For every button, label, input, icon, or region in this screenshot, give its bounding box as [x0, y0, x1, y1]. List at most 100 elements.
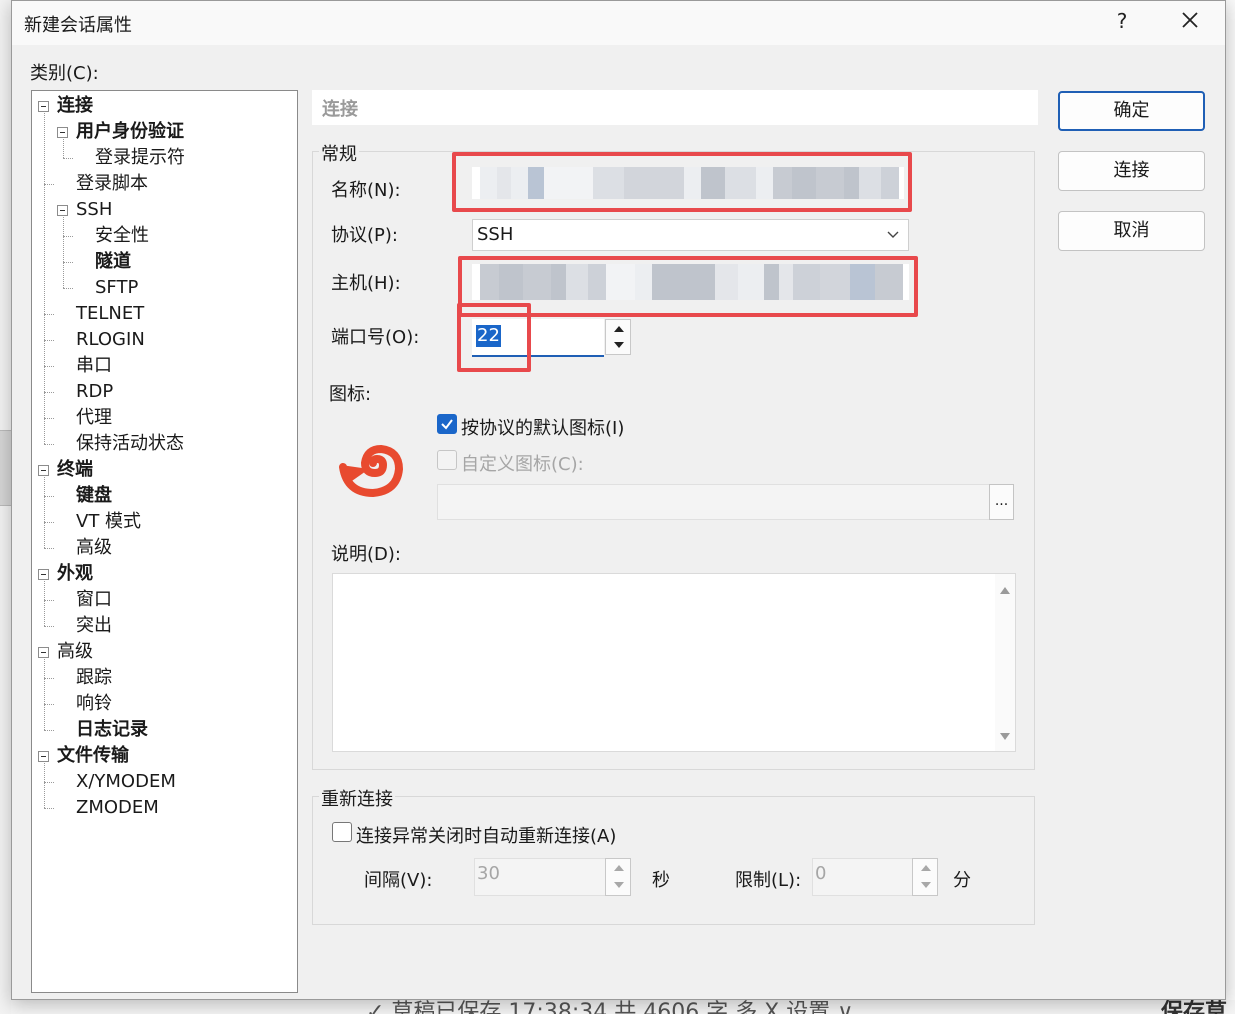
tree-item[interactable]: RLOGIN [76, 328, 145, 352]
tree-connector [63, 236, 73, 237]
tree-item[interactable]: 隧道 [95, 250, 131, 274]
tree-item[interactable]: 响铃 [76, 692, 112, 716]
triangle-up-icon [921, 865, 931, 871]
tree-collapse-icon[interactable] [38, 465, 49, 476]
tree-collapse-icon[interactable] [38, 647, 49, 658]
triangle-down-icon [614, 882, 624, 888]
tree-item[interactable]: 突出 [76, 614, 112, 638]
tree-item[interactable]: 代理 [76, 406, 112, 430]
tree-item[interactable]: 串口 [76, 354, 112, 378]
host-label: 主机(H): [331, 273, 401, 294]
tree-connector [44, 548, 54, 549]
tree-item[interactable]: 键盘 [76, 484, 112, 508]
tree-connector [63, 139, 64, 158]
background-app-left-band [0, 430, 11, 506]
category-tree[interactable]: 连接 用户身份验证 登录提示符 登录脚本 SSH 安全性 隧道 SFTP TELNET RLOGI… [31, 90, 298, 993]
tree-item[interactable]: RDP [76, 380, 113, 404]
tree-connector [44, 522, 54, 523]
tree-collapse-icon[interactable] [57, 127, 68, 138]
help-button[interactable]: ? [1112, 9, 1132, 33]
tree-connector [44, 659, 45, 730]
tree-connector [44, 184, 54, 185]
interval-unit: 秒 [652, 870, 670, 891]
tree-item[interactable]: SFTP [95, 276, 138, 300]
tree-item[interactable]: 连接 [57, 94, 93, 118]
limit-label: 限制(L): [735, 870, 802, 891]
interval-decrement-button[interactable] [606, 877, 630, 895]
background-app-left-edge [0, 0, 11, 1014]
default-icon-label: 按协议的默认图标(I) [461, 418, 625, 439]
default-icon-checkbox[interactable] [437, 414, 457, 434]
interval-spinner[interactable] [605, 858, 631, 896]
triangle-up-icon [614, 326, 624, 332]
protocol-select[interactable]: SSH [472, 219, 909, 251]
tree-item[interactable]: 高级 [57, 640, 93, 664]
tree-item[interactable]: 用户身份验证 [76, 120, 184, 144]
tree-connector [44, 314, 54, 315]
limit-input[interactable]: 0 [812, 858, 913, 896]
tree-item[interactable]: X/YMODEM [76, 770, 176, 794]
port-decrement-button[interactable] [606, 337, 630, 354]
limit-increment-button[interactable] [913, 859, 937, 877]
tree-connector [44, 704, 54, 705]
tree-item[interactable]: 终端 [57, 458, 93, 482]
tree-item[interactable]: 日志记录 [76, 718, 148, 742]
tree-connector [63, 262, 73, 263]
tree-connector [44, 808, 54, 809]
tree-item[interactable]: 窗口 [76, 588, 112, 612]
port-increment-button[interactable] [606, 320, 630, 337]
custom-icon-label: 自定义图标(C): [461, 454, 584, 475]
scroll-down-icon [1000, 733, 1010, 740]
tree-collapse-icon[interactable] [38, 569, 49, 580]
tree-connector [44, 782, 54, 783]
tree-connector [44, 444, 54, 445]
close-button[interactable] [1177, 7, 1203, 33]
tree-collapse-icon[interactable] [38, 101, 49, 112]
interval-input[interactable]: 30 [474, 858, 606, 896]
tree-item[interactable]: 文件传输 [57, 744, 129, 768]
auto-reconnect-checkbox[interactable] [332, 822, 352, 842]
browse-icon-button[interactable]: ... [989, 484, 1014, 520]
tree-connector [44, 600, 54, 601]
tree-item[interactable]: 安全性 [95, 224, 149, 248]
tree-collapse-icon[interactable] [57, 205, 68, 216]
highlight-box-port [457, 303, 531, 372]
description-scrollbar[interactable] [995, 574, 1015, 751]
tree-item[interactable]: ZMODEM [76, 796, 159, 820]
reconnect-group-title: 重新连接 [319, 785, 395, 811]
icon-label: 图标: [329, 384, 372, 405]
panel-header-title: 连接 [322, 99, 358, 120]
protocol-value: SSH [477, 224, 514, 245]
category-label: 类别(C): [30, 63, 99, 84]
limit-spinner[interactable] [912, 858, 938, 896]
background-save-text: 保存草 [1161, 1000, 1228, 1014]
tree-item[interactable]: 登录脚本 [76, 172, 148, 196]
session-properties-dialog: 新建会话属性 ? 类别(C): 连接 用户身份验证 登录提示符 登录脚本 SSH 安全性隧… [11, 0, 1226, 1000]
tree-item[interactable]: TELNET [76, 302, 144, 326]
panel-header: 连接 [312, 90, 1038, 125]
description-label: 说明(D): [331, 544, 401, 565]
tree-connector [44, 496, 54, 497]
tree-item[interactable]: VT 模式 [76, 510, 141, 534]
tree-item[interactable]: 登录提示符 [95, 146, 185, 170]
cancel-button[interactable]: 取消 [1058, 211, 1205, 251]
limit-decrement-button[interactable] [913, 877, 937, 895]
tree-item[interactable]: 保持活动状态 [76, 432, 184, 456]
tree-item[interactable]: 高级 [76, 536, 112, 560]
ok-button[interactable]: 确定 [1058, 91, 1205, 131]
port-spinner[interactable] [605, 319, 631, 355]
tree-item[interactable]: SSH [76, 198, 112, 222]
tree-collapse-icon[interactable] [38, 751, 49, 762]
custom-icon-checkbox[interactable] [437, 450, 457, 470]
interval-value: 30 [477, 863, 500, 884]
tree-item[interactable]: 外观 [57, 562, 93, 586]
interval-increment-button[interactable] [606, 859, 630, 877]
tree-item[interactable]: 跟踪 [76, 666, 112, 690]
connect-button[interactable]: 连接 [1058, 151, 1205, 191]
triangle-down-icon [614, 342, 624, 348]
interval-label: 间隔(V): [364, 870, 433, 891]
custom-icon-path-input[interactable] [437, 484, 990, 520]
background-app-status-bar: ✓ 草稿已保存 17:38:34 共 4606 字 多 X 设置 ∨ 保存草 [11, 1000, 1235, 1014]
description-textarea[interactable] [332, 573, 1016, 752]
tree-connector [44, 392, 54, 393]
